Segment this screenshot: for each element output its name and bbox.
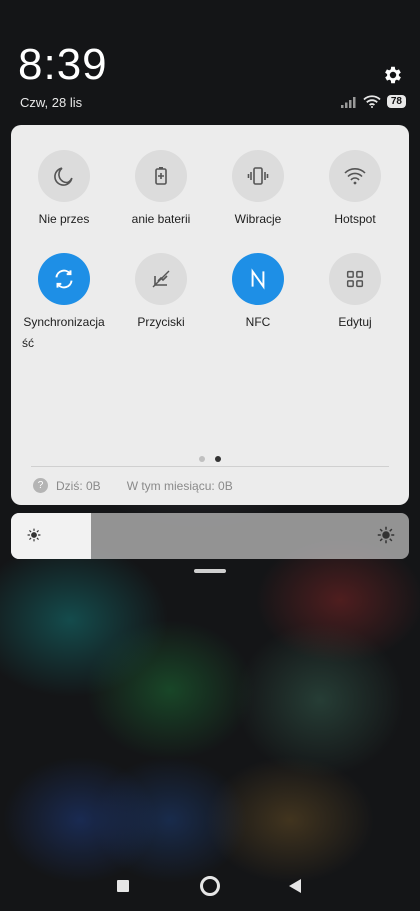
- tile-label: Synchronizacja: [23, 315, 105, 329]
- tile-edit[interactable]: Edytuj: [305, 253, 405, 329]
- battery-icon: 78: [386, 95, 406, 108]
- moon-icon: [54, 167, 73, 186]
- hotspot-icon: [344, 168, 366, 185]
- tile-sync[interactable]: Synchronizacja: [14, 253, 114, 329]
- tile-buttons[interactable]: Przyciski: [111, 253, 211, 329]
- edit-grid-icon: [346, 270, 364, 288]
- nfc-icon: [251, 268, 265, 290]
- tile-label: NFC: [245, 315, 271, 329]
- tile-circle[interactable]: [329, 150, 381, 202]
- buttons-icon: [152, 270, 170, 288]
- tile-circle[interactable]: [135, 253, 187, 305]
- tile-circle[interactable]: [38, 253, 90, 305]
- tile-circle[interactable]: [38, 150, 90, 202]
- tile-label: Edytuj: [338, 315, 372, 329]
- home-icon[interactable]: [200, 876, 220, 896]
- page-indicator[interactable]: [11, 456, 409, 462]
- brightness-fill: [11, 513, 91, 559]
- navigation-bar: [0, 868, 420, 904]
- tile-circle[interactable]: [232, 150, 284, 202]
- back-icon[interactable]: [289, 879, 301, 893]
- status-icons: 78: [340, 95, 406, 108]
- brightness-slider[interactable]: [11, 513, 409, 559]
- clock[interactable]: 8:39: [18, 40, 108, 90]
- gear-icon[interactable]: [382, 64, 404, 86]
- tile-hotspot[interactable]: Hotspot: [305, 150, 405, 226]
- recent-apps-icon[interactable]: [117, 880, 129, 892]
- tile-label: Przyciski: [137, 315, 185, 329]
- signal-icon: [340, 96, 356, 108]
- brightness-high-icon: [377, 526, 395, 544]
- date[interactable]: Czw, 28 lis: [20, 95, 82, 110]
- page-dot-active[interactable]: [215, 456, 221, 462]
- battery-saver-icon: [155, 167, 167, 185]
- tile-battery-saver[interactable]: anie baterii: [111, 150, 211, 226]
- tile-label: Wibracje: [234, 212, 282, 226]
- panel-drag-handle[interactable]: [194, 569, 226, 573]
- tile-nfc[interactable]: NFC: [208, 253, 308, 329]
- partial-tile-label: ść: [22, 336, 34, 350]
- tile-circle[interactable]: [232, 253, 284, 305]
- tile-vibrate[interactable]: Wibracje: [208, 150, 308, 226]
- vibrate-icon: [247, 167, 269, 185]
- page-dot[interactable]: [199, 456, 205, 462]
- brightness-low-icon: [27, 528, 41, 542]
- tile-label: Nie przes: [38, 212, 90, 226]
- wifi-icon: [363, 95, 381, 108]
- data-month: W tym miesiącu: 0B: [126, 478, 233, 493]
- sync-icon: [55, 269, 73, 289]
- data-usage-icon: ?: [33, 478, 48, 493]
- tile-circle[interactable]: [329, 253, 381, 305]
- tile-circle[interactable]: [135, 150, 187, 202]
- quick-settings-panel: ść Nie przes anie baterii Wibracje Hotsp…: [11, 125, 409, 505]
- tile-label: Hotspot: [334, 212, 376, 226]
- tile-label: anie baterii: [131, 212, 191, 226]
- divider: [31, 466, 389, 467]
- tile-do-not-disturb[interactable]: Nie przes: [14, 150, 114, 226]
- data-today: Dziś: 0B: [56, 478, 101, 493]
- data-usage[interactable]: ? Dziś: 0B W tym miesiącu: 0B: [33, 478, 233, 493]
